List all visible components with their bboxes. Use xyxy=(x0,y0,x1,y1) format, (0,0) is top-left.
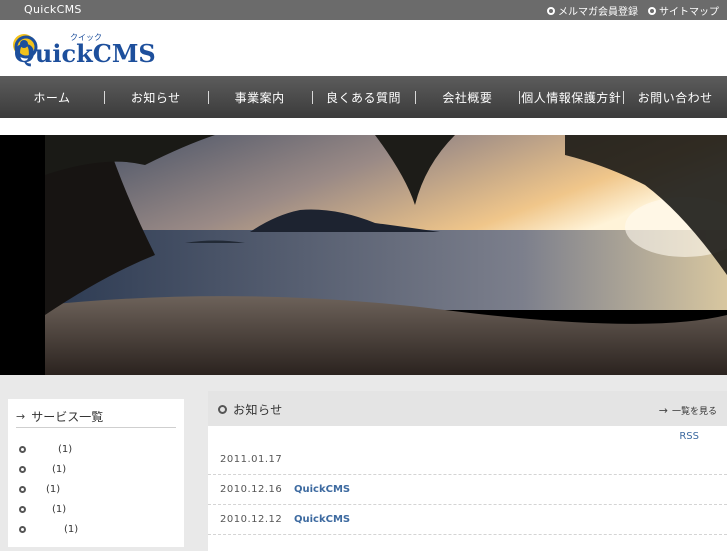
nav-privacy[interactable]: 個人情報保護方針 xyxy=(519,76,623,118)
news-title-link[interactable]: QuickCMS xyxy=(294,514,350,525)
view-all-label: 一覧を見る xyxy=(671,407,717,417)
nav-news[interactable]: お知らせ xyxy=(103,76,208,118)
bullet-icon xyxy=(19,505,26,513)
ring-icon xyxy=(218,405,227,414)
nav-home[interactable]: ホーム xyxy=(0,76,104,118)
header: クイック QuickCMS xyxy=(0,20,727,76)
bullet-icon xyxy=(19,465,26,473)
arrow-right-icon: → xyxy=(658,404,668,417)
service-item[interactable]: (1) xyxy=(19,499,78,519)
service-list: (1) (1) (1) (1) (1) xyxy=(19,439,78,539)
news-list: 2011.01.17 2010.12.16 QuickCMS 2010.12.1… xyxy=(208,445,727,535)
mail-magazine-link[interactable]: メルマガ会員登録 xyxy=(547,3,638,18)
news-section: お知らせ → 一覧を見る RSS 2011.01.17 2010.12.16 Q… xyxy=(208,391,727,551)
view-all-link[interactable]: → 一覧を見る xyxy=(659,404,717,417)
news-date: 2010.12.12 xyxy=(220,514,283,525)
bullet-icon xyxy=(19,485,26,493)
service-item[interactable]: (1) xyxy=(19,519,78,539)
site-name: QuickCMS xyxy=(24,3,82,16)
logo-text: QuickCMS xyxy=(14,39,156,68)
sidebar-heading: → サービス一覧 xyxy=(16,406,176,428)
bullet-icon xyxy=(19,525,26,533)
nav-company[interactable]: 会社概要 xyxy=(415,76,519,118)
sitemap-label: サイトマップ xyxy=(659,7,719,18)
top-links: メルマガ会員登録 サイトマップ xyxy=(547,3,719,18)
sitemap-link[interactable]: サイトマップ xyxy=(648,3,719,18)
top-bar: QuickCMS メルマガ会員登録 サイトマップ xyxy=(0,0,727,20)
nav-business[interactable]: 事業案内 xyxy=(207,76,312,118)
arrow-right-icon: → xyxy=(16,410,26,423)
news-row: 2010.12.12 QuickCMS xyxy=(208,505,727,535)
nav-spacer xyxy=(0,118,727,135)
nav-faq[interactable]: 良くある質問 xyxy=(311,76,416,118)
news-date: 2011.01.17 xyxy=(220,454,283,465)
service-item[interactable]: (1) xyxy=(19,459,78,479)
news-heading: お知らせ xyxy=(218,401,283,418)
mail-magazine-label: メルマガ会員登録 xyxy=(558,7,638,18)
news-row: 2010.12.16 QuickCMS xyxy=(208,475,727,505)
content-area: → サービス一覧 (1) (1) (1) (1) (1) お知らせ → 一覧を見… xyxy=(0,375,727,551)
ring-icon xyxy=(648,6,656,15)
hero-image xyxy=(0,135,727,375)
ring-icon xyxy=(547,6,555,15)
logo-graphic: クイック QuickCMS xyxy=(13,33,156,68)
news-title: お知らせ xyxy=(233,403,283,417)
bullet-icon xyxy=(19,445,26,453)
news-heading-bar: お知らせ → 一覧を見る xyxy=(208,391,727,426)
rss-link[interactable]: RSS xyxy=(679,431,699,442)
nav-contact[interactable]: お問い合わせ xyxy=(623,76,727,118)
service-item[interactable]: (1) xyxy=(19,439,78,459)
sidebar-title: サービス一覧 xyxy=(31,410,104,424)
sunset-beach-image xyxy=(45,135,727,375)
service-sidebar: → サービス一覧 (1) (1) (1) (1) (1) xyxy=(8,399,184,547)
main-nav: ホーム お知らせ 事業案内 良くある質問 会社概要 個人情報保護方針 お問い合わ… xyxy=(0,76,727,118)
news-date: 2010.12.16 xyxy=(220,484,283,495)
site-logo[interactable]: クイック QuickCMS xyxy=(10,30,170,70)
news-row: 2011.01.17 xyxy=(208,445,727,475)
service-item[interactable]: (1) xyxy=(19,479,78,499)
news-title-link[interactable]: QuickCMS xyxy=(294,484,350,495)
